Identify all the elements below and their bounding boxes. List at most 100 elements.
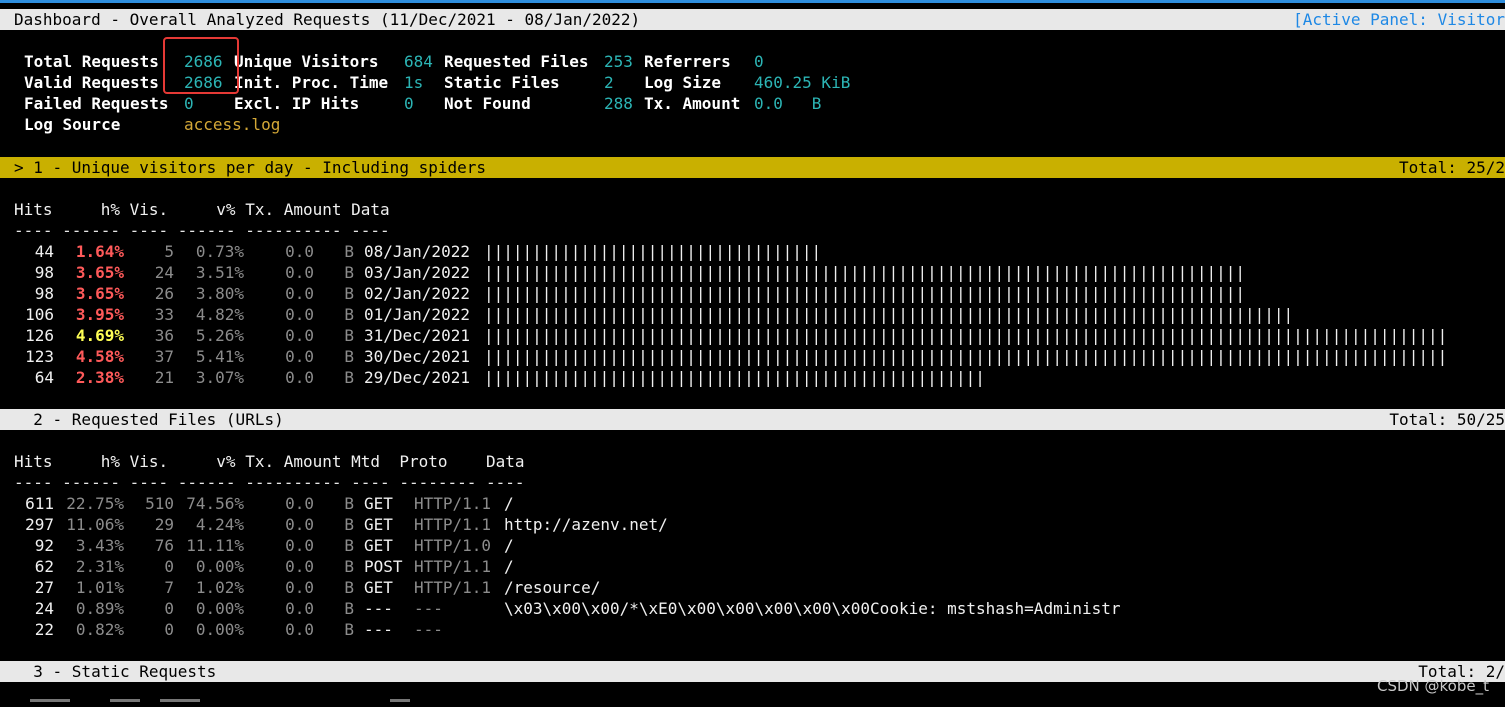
protocol-cell: HTTP/1.1 bbox=[414, 494, 492, 513]
visitors-percent-cell: 5.41% bbox=[195, 347, 244, 366]
hits-percent-cell: 3.65% bbox=[75, 263, 124, 282]
url-cell: / bbox=[504, 494, 514, 513]
hits-percent-cell: 0.82% bbox=[75, 620, 124, 639]
date-cell: 01/Jan/2022 bbox=[364, 305, 470, 324]
tx-unit-cell: B bbox=[344, 578, 354, 597]
method-cell: GET bbox=[364, 536, 393, 555]
visitors-percent-cell: 74.56% bbox=[186, 494, 244, 513]
hits-cell: 611 bbox=[25, 494, 54, 513]
protocol-cell: HTTP/1.1 bbox=[414, 557, 492, 576]
tx-amount-cell: 0.0 bbox=[285, 494, 314, 513]
visitors-cell: 26 bbox=[154, 284, 174, 303]
method-cell: --- bbox=[364, 599, 393, 618]
bar-graph: ||||||||||||||||||||||||||||||||||||||||… bbox=[484, 326, 1448, 345]
tx-unit-cell: B bbox=[344, 263, 354, 282]
valid-requests-label: Valid Requests bbox=[24, 73, 159, 92]
visitors-cell: 5 bbox=[164, 242, 174, 261]
date-cell: 03/Jan/2022 bbox=[364, 263, 470, 282]
tx-unit-cell: B bbox=[344, 599, 354, 618]
tx-unit-cell: B bbox=[344, 242, 354, 261]
panel-visitors-header[interactable]: > 1 - Unique visitors per day - Includin… bbox=[0, 157, 1505, 178]
watermark: CSDN @kobe_t bbox=[1377, 677, 1489, 695]
tx-unit-cell: B bbox=[344, 368, 354, 387]
hits-cell: 24 bbox=[34, 599, 54, 618]
failed-requests-label: Failed Requests bbox=[24, 94, 169, 113]
tx-unit-cell: B bbox=[344, 305, 354, 324]
visitors-cell: 0 bbox=[164, 599, 174, 618]
tx-unit-cell: B bbox=[344, 557, 354, 576]
tx-amount-cell: 0.0 bbox=[285, 599, 314, 618]
visitors-percent-cell: 3.51% bbox=[195, 263, 244, 282]
files-column-rule: ---- ------ ---- ------ ---------- ---- … bbox=[14, 473, 525, 492]
protocol-cell: --- bbox=[414, 599, 443, 618]
bottom-partial-row bbox=[0, 699, 1505, 707]
visitors-column-rule: ---- ------ ---- ------ ---------- ---- bbox=[14, 221, 390, 240]
tx-amount-cell: 0.0 bbox=[285, 284, 314, 303]
visitors-percent-cell: 4.24% bbox=[195, 515, 244, 534]
tx-unit-cell: B bbox=[344, 515, 354, 534]
requested-files-value: 253 bbox=[604, 52, 633, 71]
hits-cell: 27 bbox=[34, 578, 54, 597]
hits-cell: 22 bbox=[34, 620, 54, 639]
active-panel-indicator: [Active Panel: Visitor bbox=[1293, 10, 1505, 29]
date-cell: 31/Dec/2021 bbox=[364, 326, 470, 345]
hits-percent-cell: 2.31% bbox=[75, 557, 124, 576]
init-proc-time-value: 1s bbox=[404, 73, 424, 92]
tx-unit-cell: B bbox=[344, 494, 354, 513]
method-cell: GET bbox=[364, 578, 393, 597]
tx-unit-cell: B bbox=[344, 620, 354, 639]
panel-static-requests-header[interactable]: 3 - Static Requests Total: 2/ bbox=[0, 661, 1505, 682]
url-cell: /resource/ bbox=[504, 578, 601, 597]
visitors-cell: 76 bbox=[154, 536, 174, 555]
not-found-label: Not Found bbox=[444, 94, 531, 113]
hits-percent-cell: 4.58% bbox=[75, 347, 124, 366]
visitors-percent-cell: 0.00% bbox=[195, 599, 244, 618]
static-files-label: Static Files bbox=[444, 73, 560, 92]
static-files-value: 2 bbox=[604, 73, 614, 92]
hits-cell: 44 bbox=[34, 242, 54, 261]
bar-graph: ||||||||||||||||||||||||||||||||||||||||… bbox=[484, 347, 1448, 366]
hits-percent-cell: 3.95% bbox=[75, 305, 124, 324]
hits-cell: 92 bbox=[34, 536, 54, 555]
tx-amount-cell: 0.0 bbox=[285, 305, 314, 324]
hits-cell: 98 bbox=[34, 263, 54, 282]
visitors-percent-cell: 11.11% bbox=[186, 536, 244, 555]
visitors-percent-cell: 0.00% bbox=[195, 620, 244, 639]
date-cell: 29/Dec/2021 bbox=[364, 368, 470, 387]
panel-requested-files-total: Total: 50/25 bbox=[1389, 410, 1505, 429]
log-size-label: Log Size bbox=[644, 73, 722, 92]
bar-graph: ||||||||||||||||||||||||||||||||||||||||… bbox=[484, 305, 1294, 324]
unique-visitors-label: Unique Visitors bbox=[234, 52, 379, 71]
tx-unit-cell: B bbox=[344, 284, 354, 303]
hits-cell: 98 bbox=[34, 284, 54, 303]
visitors-percent-cell: 3.80% bbox=[195, 284, 244, 303]
unique-visitors-value: 684 bbox=[404, 52, 433, 71]
total-requests-label: Total Requests bbox=[24, 52, 159, 71]
panel-requested-files-header[interactable]: 2 - Requested Files (URLs) Total: 50/25 bbox=[0, 409, 1505, 430]
visitors-cell: 24 bbox=[154, 263, 174, 282]
highlight-box bbox=[163, 37, 239, 94]
visitors-percent-cell: 5.26% bbox=[195, 326, 244, 345]
visitors-cell: 7 bbox=[164, 578, 174, 597]
bar-graph: ||||||||||||||||||||||||||||||||||||||||… bbox=[484, 368, 985, 387]
tx-amount-cell: 0.0 bbox=[285, 620, 314, 639]
visitors-cell: 0 bbox=[164, 620, 174, 639]
visitors-cell: 29 bbox=[154, 515, 174, 534]
panel-visitors-total: Total: 25/2 bbox=[1399, 158, 1505, 177]
visitors-cell: 0 bbox=[164, 557, 174, 576]
tx-unit-cell: B bbox=[344, 536, 354, 555]
failed-requests-value: 0 bbox=[184, 94, 194, 113]
url-cell: http://azenv.net/ bbox=[504, 515, 668, 534]
tx-amount-cell: 0.0 bbox=[285, 326, 314, 345]
date-cell: 30/Dec/2021 bbox=[364, 347, 470, 366]
method-cell: GET bbox=[364, 494, 393, 513]
protocol-cell: HTTP/1.1 bbox=[414, 515, 492, 534]
hits-cell: 297 bbox=[25, 515, 54, 534]
visitors-cell: 37 bbox=[154, 347, 174, 366]
protocol-cell: HTTP/1.1 bbox=[414, 578, 492, 597]
bar-graph: ||||||||||||||||||||||||||||||||||||||||… bbox=[484, 284, 1245, 303]
hits-cell: 62 bbox=[34, 557, 54, 576]
init-proc-time-label: Init. Proc. Time bbox=[234, 73, 389, 92]
requested-files-label: Requested Files bbox=[444, 52, 589, 71]
referrers-label: Referrers bbox=[644, 52, 731, 71]
